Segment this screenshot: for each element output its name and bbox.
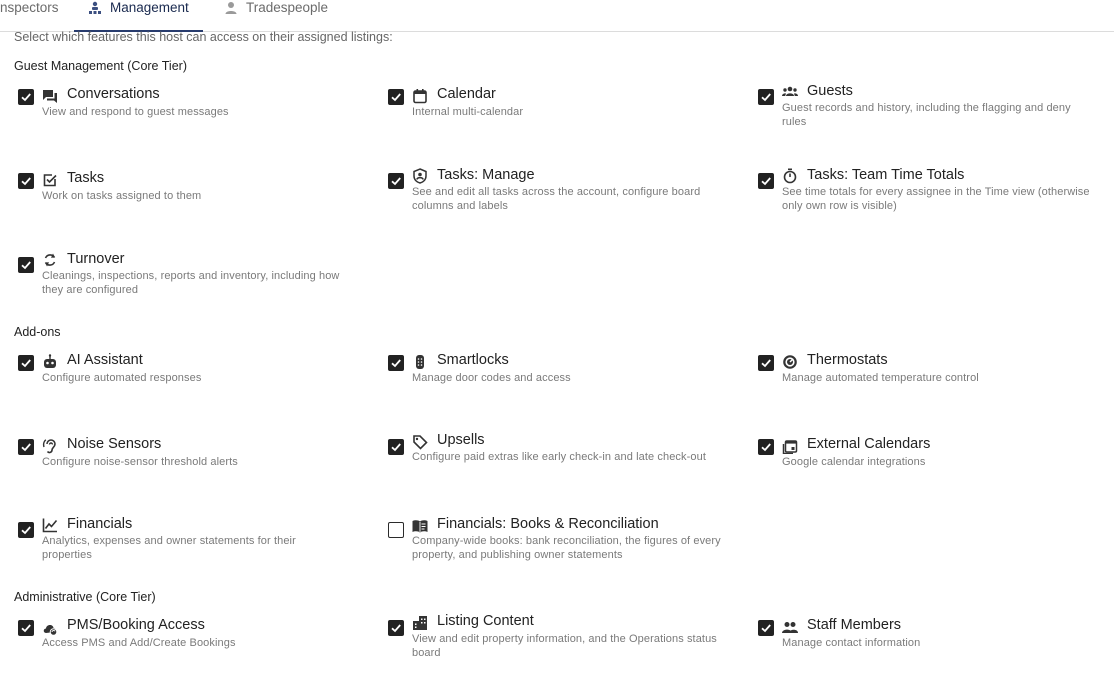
person-icon [225, 2, 237, 14]
feature-checkbox[interactable] [388, 173, 404, 189]
feature-checkbox[interactable] [758, 355, 774, 371]
admin-shield-icon [413, 168, 427, 184]
feature-description: Manage door codes and access [412, 372, 571, 384]
feature-description: Configure automated responses [42, 372, 202, 384]
feature-checkbox[interactable] [18, 89, 34, 105]
feature-description: Google calendar integrations [782, 456, 926, 468]
tab-management[interactable]: Management [74, 0, 203, 32]
feature-title: AI Assistant [67, 352, 143, 368]
feature-checkbox[interactable] [388, 620, 404, 636]
feature-description: Analytics, expenses and owner statements… [42, 535, 296, 561]
feature-description: Company-wide books: bank reconciliation,… [412, 535, 721, 561]
feature-description: Cleanings, inspections, reports and inve… [42, 270, 340, 296]
feature-title: Financials: Books & Reconciliation [437, 516, 659, 532]
chat-icon [43, 90, 57, 103]
feature-title: Noise Sensors [67, 436, 162, 452]
task-check-icon [43, 174, 57, 187]
feature-checkbox[interactable] [388, 522, 404, 538]
feature-title: PMS/Booking Access [67, 617, 205, 633]
feature-checkbox[interactable] [18, 522, 34, 538]
feature-description: Internal multi-calendar [412, 106, 524, 118]
feature-description: Configure noise-sensor threshold alerts [42, 456, 238, 468]
feature-title: Conversations [67, 86, 160, 102]
feature-checkbox[interactable] [758, 439, 774, 455]
calendar-icon [413, 89, 427, 104]
feature-description: See and edit all tasks across the accoun… [412, 186, 701, 212]
feature-title: Tasks: Team Time Totals [807, 167, 965, 183]
feature-title: Thermostats [807, 352, 888, 368]
section-title-guest-management: Guest Management (Core Tier) [14, 59, 187, 73]
keypad-icon [416, 355, 424, 369]
feature-description: Guest records and history, including the… [782, 102, 1071, 128]
feature-checkbox[interactable] [18, 355, 34, 371]
feature-checkbox[interactable] [758, 620, 774, 636]
feature-description: Manage contact information [782, 637, 921, 649]
feature-title: Tasks: Manage [437, 167, 535, 183]
feature-title: Tasks [67, 170, 105, 186]
feature-description: Work on tasks assigned to them [42, 190, 202, 202]
feature-title: Listing Content [437, 613, 534, 629]
section-title-add-ons: Add-ons [14, 325, 61, 339]
feature-title: Smartlocks [437, 352, 509, 368]
guests-icon [782, 86, 798, 96]
building-icon [413, 616, 427, 630]
feature-checkbox[interactable] [758, 89, 774, 105]
hearing-icon [42, 439, 56, 454]
feature-checkbox[interactable] [18, 257, 34, 273]
feature-title: Financials [67, 516, 133, 532]
feature-description: View and respond to guest messages [42, 106, 229, 118]
feature-description: Configure paid extras like early check-i… [412, 451, 706, 463]
sync-icon [44, 253, 56, 267]
tab-bar: nspectors Management Tradespeople [0, 0, 1114, 32]
feature-checkbox[interactable] [388, 89, 404, 105]
tab-tradespeople[interactable]: Tradespeople [224, 0, 328, 31]
people-icon [782, 622, 798, 633]
feature-title: External Calendars [807, 436, 931, 452]
feature-checkbox[interactable] [18, 620, 34, 636]
feature-checkbox[interactable] [18, 439, 34, 455]
feature-description: See time totals for every assignee in th… [782, 186, 1090, 212]
stopwatch-icon [783, 168, 797, 184]
feature-description: View and edit property information, and … [412, 633, 717, 659]
feature-title: Upsells [437, 432, 485, 448]
external-calendar-icon [782, 440, 798, 454]
feature-description: Access PMS and Add/Create Bookings [42, 637, 236, 649]
feature-title: Turnover [67, 251, 125, 267]
feature-checkbox[interactable] [18, 173, 34, 189]
tab-inspectors[interactable]: nspectors [0, 0, 59, 31]
cloud-sync-icon [43, 625, 58, 636]
intro-text: Select which features this host can acce… [14, 30, 393, 44]
feature-checkbox[interactable] [388, 439, 404, 455]
feature-title: Guests [807, 83, 853, 99]
robot-icon [44, 354, 56, 368]
feature-description: Manage automated temperature control [782, 372, 979, 384]
tag-icon [413, 435, 428, 450]
thermostat-icon [783, 355, 797, 369]
section-title-administrative: Administrative (Core Tier) [14, 590, 156, 604]
feature-title: Staff Members [807, 617, 902, 633]
feature-title: Calendar [437, 86, 496, 102]
line-chart-icon [42, 518, 58, 533]
management-icon [89, 1, 101, 14]
book-icon [412, 520, 428, 533]
feature-checkbox[interactable] [758, 173, 774, 189]
feature-checkbox[interactable] [388, 355, 404, 371]
